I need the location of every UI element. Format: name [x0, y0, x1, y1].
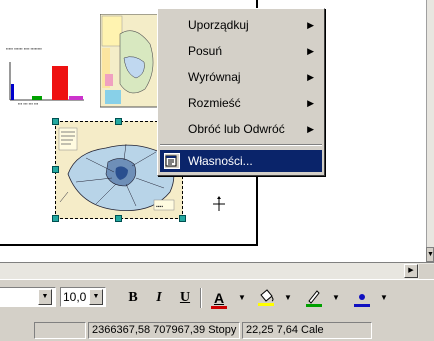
selection-handle-se[interactable] [179, 215, 186, 222]
point-symbol-icon [354, 294, 370, 307]
menu-item-rozmiesc[interactable]: Rozmieść ▶ [160, 92, 322, 114]
selection-handle-s[interactable] [115, 215, 122, 222]
font-name-dropdown[interactable]: ▼ [0, 287, 56, 307]
map-frame-top[interactable] [100, 14, 160, 108]
line-color-button[interactable] [304, 287, 324, 309]
font-size-dropdown[interactable]: 10,0 ▼ [60, 287, 106, 307]
menu-item-label: Wyrównaj [188, 70, 241, 84]
toolbar-separator [200, 288, 202, 308]
chevron-down-icon[interactable]: ▼ [284, 287, 292, 309]
svg-text:▪▪▪▪: ▪▪▪▪ [156, 204, 163, 210]
menu-item-wlasnosci[interactable]: Własności... [160, 150, 322, 172]
menu-item-wyrownaj[interactable]: Wyrównaj ▶ [160, 66, 322, 88]
bold-button[interactable]: B [124, 287, 142, 309]
chevron-down-icon[interactable]: ▼ [380, 287, 388, 309]
font-color-button[interactable]: A [208, 287, 230, 309]
properties-icon [164, 153, 180, 169]
chart-bar [11, 84, 14, 100]
menu-item-label: Posuń [188, 44, 223, 58]
font-color-swatch [211, 306, 227, 309]
scrollbar-corner [419, 264, 434, 279]
horizontal-scrollbar[interactable]: ▶ [0, 262, 434, 279]
chevron-down-icon[interactable]: ▼ [38, 289, 52, 305]
menu-item-label: Własności... [188, 154, 253, 168]
context-menu: Uporządkuj ▶ Posuń ▶ Wyrównaj ▶ Rozmieść… [157, 8, 325, 176]
font-color-glyph: A [213, 290, 225, 306]
point-color-button[interactable] [352, 287, 372, 309]
submenu-arrow-icon: ▶ [307, 98, 314, 108]
menu-item-posun[interactable]: Posuń ▶ [160, 40, 322, 62]
status-coordinates: 2366367,58 707967,39 Stopy [88, 322, 240, 339]
underline-button[interactable]: U [176, 287, 194, 309]
selection-handle-w[interactable] [52, 166, 59, 173]
chevron-down-icon[interactable]: ▼ [332, 287, 340, 309]
menu-item-label: Rozmieść [188, 96, 241, 110]
page-border-bottom [0, 244, 258, 246]
move-cursor-icon [213, 196, 225, 211]
formatting-toolbar: ▼ 10,0 ▼ B I U A ▼ ▼ ▼ ▼ [0, 279, 434, 319]
menu-separator [160, 144, 322, 146]
selection-handle-sw[interactable] [52, 215, 59, 222]
submenu-arrow-icon: ▶ [307, 20, 314, 30]
svg-text:▪▪▪ ▪▪▪ ▪▪▪ ▪▪▪: ▪▪▪ ▪▪▪ ▪▪▪ ▪▪▪ [18, 101, 39, 106]
submenu-arrow-icon: ▶ [307, 72, 314, 82]
scroll-right-arrow-icon[interactable]: ▶ [404, 264, 418, 278]
font-size-value: 10,0 [63, 290, 87, 304]
chart-bar [69, 96, 83, 100]
fill-color-button[interactable] [256, 287, 276, 309]
italic-button[interactable]: I [150, 287, 168, 309]
vertical-scrollbar[interactable] [426, 0, 434, 262]
menu-item-label: Uporządkuj [188, 18, 249, 32]
status-size: 22,25 7,64 Cale [242, 322, 372, 339]
status-cell-empty [34, 322, 86, 339]
menu-item-obroc[interactable]: Obróć lub Odwróć ▶ [160, 118, 322, 140]
submenu-arrow-icon: ▶ [307, 46, 314, 56]
submenu-arrow-icon: ▶ [307, 124, 314, 134]
paint-bucket-icon [258, 289, 274, 306]
pen-icon [306, 290, 322, 307]
svg-text:▪▪▪▪▪ ▪▪▪▪▪▪ ▪▪▪▪ ▪▪▪▪▪▪▪▪: ▪▪▪▪▪ ▪▪▪▪▪▪ ▪▪▪▪ ▪▪▪▪▪▪▪▪ [6, 46, 43, 51]
scroll-down-arrow-icon[interactable]: ▼ [426, 247, 434, 262]
menu-item-uporzadkuj[interactable]: Uporządkuj ▶ [160, 14, 322, 36]
chevron-down-icon[interactable]: ▼ [89, 289, 103, 305]
chart-bar [52, 66, 68, 100]
chart-bar [32, 96, 42, 100]
bar-chart-frame[interactable]: ▪▪▪▪▪ ▪▪▪▪▪▪ ▪▪▪▪ ▪▪▪▪▪▪▪▪ ▪▪▪ ▪▪▪ ▪▪▪ ▪… [6, 38, 86, 106]
selection-handle-nw[interactable] [52, 118, 59, 125]
menu-item-label: Obróć lub Odwróć [188, 122, 285, 136]
selection-handle-n[interactable] [115, 118, 122, 125]
status-bar: 2366367,58 707967,39 Stopy 22,25 7,64 Ca… [0, 320, 434, 341]
chevron-down-icon[interactable]: ▼ [238, 287, 246, 309]
